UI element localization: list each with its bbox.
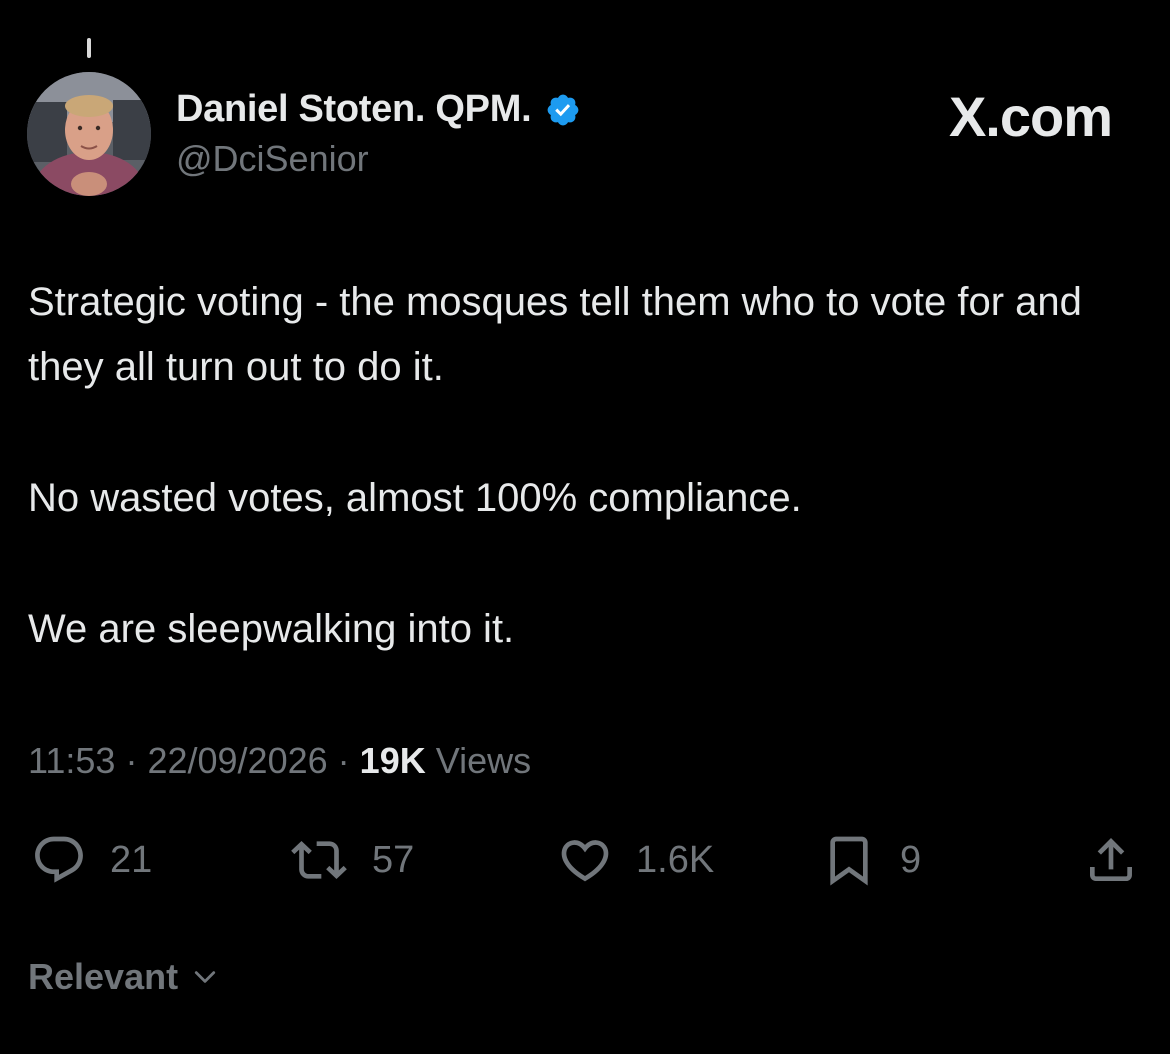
reply-button[interactable]: 21 [28,832,152,888]
site-watermark: X.com [948,85,1113,148]
views-label: Views [435,740,532,781]
tweet-text: Strategic voting - the mosques tell them… [28,270,1128,662]
author-handle[interactable]: @DciSenior [176,138,369,180]
tweet-paragraph: No wasted votes, almost 100% compliance. [28,476,802,520]
heart-icon [561,840,609,882]
reply-icon [35,836,83,883]
avatar-image [27,72,151,196]
thread-connector-line [87,38,91,58]
tweet-paragraph: Strategic voting - the mosques tell them… [28,280,1082,389]
bookmark-button[interactable]: 9 [818,832,921,888]
tweet-paragraph: We are sleepwalking into it. [28,607,515,651]
tweet-time[interactable]: 11:53 [28,740,115,781]
repost-icon [291,841,347,879]
tweet-metadata: 11:53 · 22/09/2026 · 19K Views [28,740,531,782]
verified-badge-icon[interactable] [545,92,581,128]
reply-count: 21 [110,838,153,881]
tweet-action-bar: 21 57 1.6K 9 [0,832,1170,892]
reply-sort-dropdown[interactable]: Relevant [28,956,220,998]
bookmark-count: 9 [900,838,922,881]
chevron-down-icon [194,971,216,983]
share-button[interactable] [1080,832,1142,888]
like-button[interactable]: 1.6K [554,832,714,888]
meta-separator: · [125,740,138,781]
tweet-date[interactable]: 22/09/2026 [147,740,327,781]
like-count: 1.6K [636,838,715,881]
meta-separator: · [337,740,350,781]
author-name-row: Daniel Stoten. QPM. [176,88,581,131]
share-icon [1090,838,1132,881]
avatar[interactable] [27,72,151,196]
repost-button[interactable]: 57 [286,832,414,888]
views-count[interactable]: 19K [360,740,426,781]
sort-label: Relevant [28,956,179,997]
author-display-name[interactable]: Daniel Stoten. QPM. [176,88,532,131]
bookmark-icon [830,836,868,886]
repost-count: 57 [372,838,415,881]
